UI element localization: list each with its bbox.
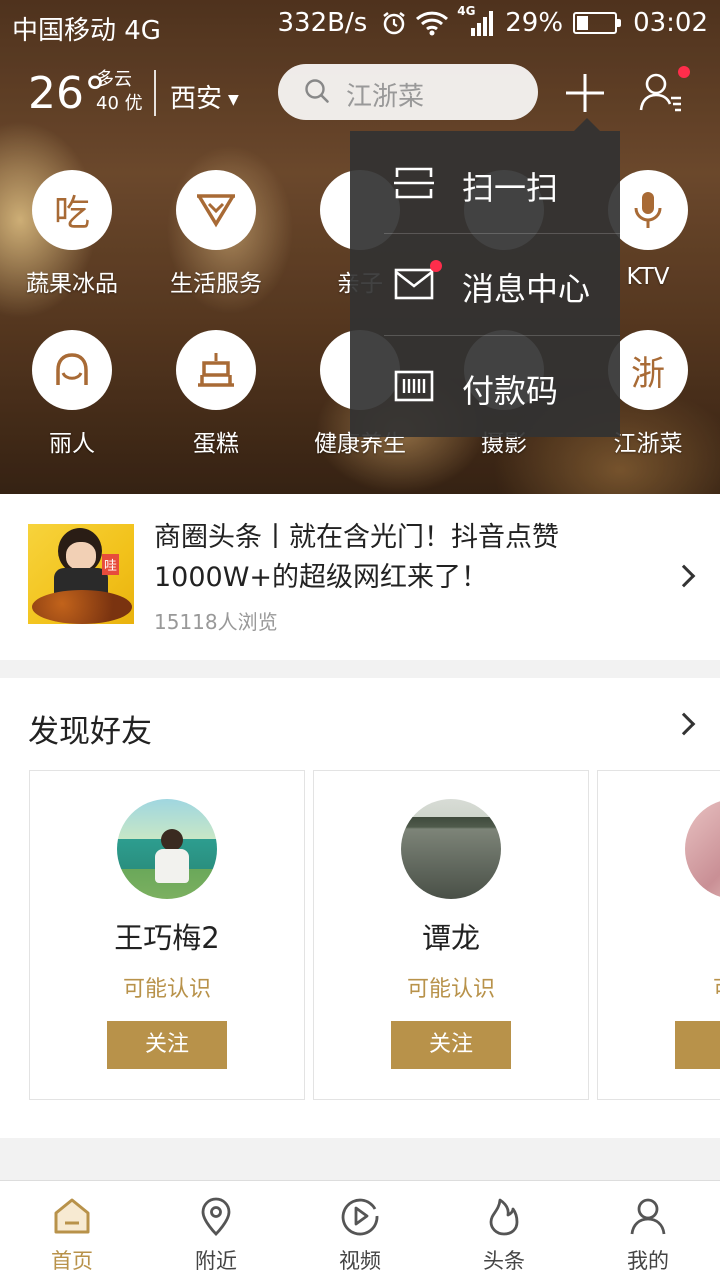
notification-dot	[678, 66, 690, 78]
category-label: 生活服务	[170, 271, 262, 297]
category-item-5[interactable]: 丽人	[0, 330, 144, 458]
microphone-icon	[608, 170, 688, 250]
chevron-right-icon	[672, 564, 696, 588]
zhe-icon: 浙	[608, 330, 688, 410]
friend-card[interactable]: 王巧梅2 可能认识 关注	[29, 770, 305, 1100]
temperature: 26°	[28, 68, 106, 119]
chevron-right-icon[interactable]	[672, 712, 696, 736]
nav-item-nearby[interactable]: 附近	[144, 1181, 288, 1280]
friend-relation: 可能认识	[122, 977, 211, 1002]
weather-info: 多云 40 优	[96, 68, 143, 116]
category-item-0[interactable]: 吃 蔬果冰品	[0, 170, 144, 298]
nav-item-home[interactable]: 首页	[0, 1181, 144, 1280]
alarm-icon	[383, 12, 406, 35]
avatar	[685, 799, 720, 899]
menu-label: 付款码	[462, 372, 559, 410]
battery-fill	[577, 16, 588, 30]
status-bar: 中国移动 4G 332B/s 4G 29% 03:02	[0, 0, 720, 50]
profile-icon	[630, 1198, 666, 1235]
headline-views: 15118人浏览	[154, 610, 278, 634]
category-item-6[interactable]: 蛋糕	[144, 330, 288, 458]
nav-item-video[interactable]: 视频	[288, 1181, 432, 1280]
eat-icon: 吃	[32, 170, 112, 250]
tuxedo-icon	[176, 170, 256, 250]
top-bar: 26° 多云 40 优 西安 ▼ 江浙菜	[0, 58, 720, 128]
home-icon	[54, 1198, 90, 1234]
city-selector[interactable]: 西安 ▼	[170, 78, 239, 115]
video-icon	[341, 1198, 379, 1236]
bottom-nav: 首页 附近 视频 头条 我的	[0, 1180, 720, 1280]
net-speed: 332B/s	[277, 8, 368, 38]
follow-button[interactable]: 关注	[391, 1021, 511, 1069]
nav-item-profile[interactable]: 我的	[576, 1181, 720, 1280]
battery-percent: 29%	[505, 8, 564, 38]
section-title: 发现好友	[28, 714, 152, 750]
discover-friends-section: 发现好友 王巧梅2 可能认识 关注 谭龙 可能认识 关注 赵 可能 关	[0, 678, 720, 1138]
signal-icon: 4G	[457, 4, 497, 38]
follow-button[interactable]: 关	[675, 1021, 720, 1069]
avatar	[401, 799, 501, 899]
caret-down-icon: ▼	[228, 91, 239, 108]
cake-icon	[176, 330, 256, 410]
category-label: 蔬果冰品	[26, 271, 118, 297]
wifi-icon	[416, 11, 449, 36]
search-placeholder: 江浙菜	[346, 82, 425, 112]
category-label: 蛋糕	[193, 431, 239, 457]
city-name: 西安	[170, 84, 223, 114]
popup-arrow	[574, 118, 600, 131]
menu-item-payment-code[interactable]: 付款码	[350, 336, 620, 436]
friend-relation: 可能	[598, 971, 720, 1003]
barcode-icon	[394, 370, 434, 402]
nav-label: 首页	[51, 1249, 93, 1273]
headline-card[interactable]: 哇 商圈头条丨就在含光门！抖音点赞1000W+的超级网红来了！ 15118人浏览	[0, 494, 720, 660]
thumbnail-tag: 哇	[102, 554, 120, 575]
friend-name: 王巧梅2	[114, 921, 220, 955]
air-quality: 40 优	[96, 93, 143, 114]
search-bar[interactable]: 江浙菜	[278, 64, 538, 120]
divider	[154, 70, 156, 116]
friend-card[interactable]: 谭龙 可能认识 关注	[313, 770, 589, 1100]
plus-icon[interactable]	[562, 70, 608, 116]
headline-thumbnail: 哇	[28, 524, 134, 624]
category-item-1[interactable]: 生活服务	[144, 170, 288, 298]
nav-label: 头条	[483, 1249, 525, 1273]
battery-icon	[573, 12, 622, 34]
scan-icon	[394, 167, 434, 199]
follow-button[interactable]: 关注	[107, 1021, 227, 1069]
location-icon	[201, 1197, 231, 1236]
search-icon	[305, 79, 329, 103]
beauty-icon	[32, 330, 112, 410]
menu-item-scan[interactable]: 扫一扫	[350, 133, 620, 233]
mail-icon	[394, 268, 434, 300]
nav-label: 附近	[195, 1249, 237, 1273]
message-badge	[430, 260, 442, 272]
nav-item-headlines[interactable]: 头条	[432, 1181, 576, 1280]
weather-condition: 多云	[96, 69, 132, 90]
avatar	[117, 799, 217, 899]
menu-label: 消息中心	[462, 270, 591, 308]
friend-card[interactable]: 赵 可能 关	[597, 770, 720, 1100]
menu-item-messages[interactable]: 消息中心	[350, 234, 620, 334]
popup-menu: 扫一扫 消息中心 付款码	[350, 131, 620, 437]
clock: 03:02	[633, 8, 708, 38]
headline-title: 商圈头条丨就在含光门！抖音点赞1000W+的超级网红来了！	[154, 522, 559, 593]
user-list-button[interactable]	[638, 66, 690, 116]
flame-icon	[489, 1198, 519, 1236]
friend-name: 谭龙	[421, 921, 480, 955]
friend-relation: 可能认识	[406, 977, 495, 1002]
nav-label: 视频	[339, 1249, 381, 1273]
nav-label: 我的	[627, 1249, 669, 1273]
category-label: 丽人	[49, 431, 95, 457]
carrier-label: 中国移动 4G	[12, 16, 161, 46]
menu-label: 扫一扫	[462, 169, 559, 207]
friend-name: 赵	[598, 915, 720, 957]
